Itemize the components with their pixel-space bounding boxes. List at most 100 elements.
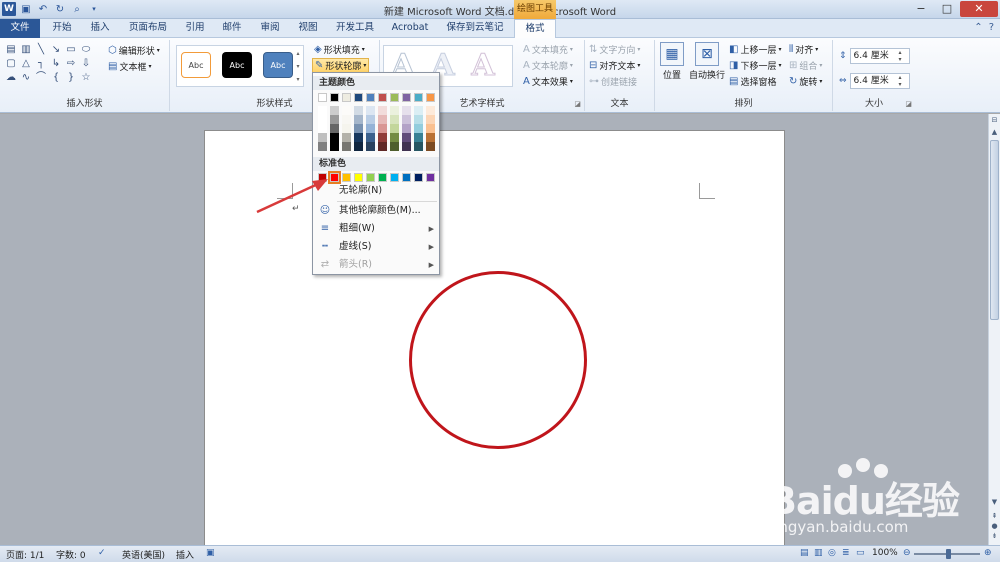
shape-height-input[interactable]: 6.4 厘米 — [849, 48, 910, 64]
shape-star-icon[interactable]: ☆ — [79, 71, 93, 84]
style-preset-black[interactable]: Abc — [222, 52, 252, 78]
shape-rectangle-icon[interactable]: ▭ — [64, 43, 78, 56]
theme-color-tint-swatch[interactable] — [414, 133, 423, 142]
tab-developer[interactable]: 开发工具 — [330, 19, 380, 38]
shape-freeform-icon[interactable]: ∿ — [19, 71, 33, 84]
shape-width-input[interactable]: 6.4 厘米 — [849, 73, 910, 89]
theme-color-tint-swatch[interactable] — [402, 115, 411, 124]
theme-color-tint-swatch[interactable] — [330, 133, 339, 142]
theme-color-tint-swatch[interactable] — [426, 133, 435, 142]
shape-callout-icon[interactable]: ☁ — [4, 71, 18, 84]
shape-elbow-icon[interactable]: ┐ — [34, 57, 48, 70]
bring-forward-button[interactable]: ◧ 上移一层 ▾ — [729, 43, 781, 56]
shapes-gallery[interactable]: ▤ ▥ ╲ ↘ ▭ ⬭ ▢ △ ┐ ↳ ⇨ ⇩ ☁ ∿ ⌒ { } ☆ — [4, 43, 96, 84]
standard-color-swatch[interactable] — [328, 171, 341, 184]
align-text-button[interactable]: ⊟ 对齐文本 ▾ — [589, 59, 640, 72]
theme-color-swatch[interactable] — [354, 93, 363, 102]
theme-color-tint-swatch[interactable] — [354, 124, 363, 133]
theme-color-swatch[interactable] — [378, 93, 387, 102]
page-count[interactable]: 页面: 1/1 — [6, 548, 44, 561]
shape-fill-button[interactable]: ◈ 形状填充 ▾ — [314, 43, 365, 56]
theme-color-tint-swatch[interactable] — [342, 115, 351, 124]
tab-mailings[interactable]: 邮件 — [216, 19, 248, 38]
theme-color-swatch[interactable] — [342, 93, 351, 102]
shape-down-arrow-icon[interactable]: ⇩ — [79, 57, 93, 70]
maximize-button[interactable]: □ — [934, 1, 960, 17]
theme-color-tint-swatch[interactable] — [366, 133, 375, 142]
theme-color-tint-swatch[interactable] — [402, 133, 411, 142]
tab-page-layout[interactable]: 页面布局 — [122, 19, 174, 38]
theme-color-tint-swatch[interactable] — [342, 124, 351, 133]
theme-color-tint-swatch[interactable] — [390, 106, 399, 115]
theme-color-tint-swatch[interactable] — [366, 142, 375, 151]
theme-color-tint-swatch[interactable] — [354, 106, 363, 115]
standard-color-swatch[interactable] — [318, 173, 327, 182]
theme-color-tint-swatch[interactable] — [426, 142, 435, 151]
language[interactable]: 英语(美国) — [122, 548, 165, 561]
text-direction-button[interactable]: ⇅ 文字方向 ▾ — [589, 43, 640, 56]
theme-color-swatch[interactable] — [414, 93, 423, 102]
theme-color-tint-swatch[interactable] — [390, 115, 399, 124]
theme-color-tint-swatch[interactable] — [318, 142, 327, 151]
tab-references[interactable]: 引用 — [180, 19, 210, 38]
standard-color-swatch[interactable] — [390, 173, 399, 182]
wrap-text-button[interactable]: ⊠ 自动换行 — [687, 42, 727, 81]
theme-color-tint-swatch[interactable] — [390, 124, 399, 133]
theme-color-tint-swatch[interactable] — [414, 106, 423, 115]
edit-shape-button[interactable]: ⬡ 编辑形状 ▾ — [108, 44, 160, 57]
tab-acrobat[interactable]: Acrobat — [386, 19, 434, 38]
standard-color-swatch[interactable] — [378, 173, 387, 182]
proofing-icon[interactable]: ✓ — [98, 548, 106, 558]
no-outline-item[interactable]: 无轮廓(N) — [313, 182, 439, 200]
standard-color-swatch[interactable] — [426, 173, 435, 182]
send-backward-button[interactable]: ◨ 下移一层 ▾ — [729, 59, 781, 72]
full-screen-view-icon[interactable]: ▥ — [814, 548, 823, 558]
standard-color-swatch[interactable] — [414, 173, 423, 182]
ruler-toggle-icon[interactable]: ⊟ — [989, 116, 1000, 124]
theme-color-tint-swatch[interactable] — [366, 115, 375, 124]
shape-elbow-arrow-icon[interactable]: ↳ — [49, 57, 63, 70]
create-link-button[interactable]: ⊶ 创建链接 — [589, 75, 637, 88]
standard-color-swatch[interactable] — [342, 173, 351, 182]
theme-color-tint-swatch[interactable] — [318, 115, 327, 124]
insert-mode[interactable]: 插入 — [176, 548, 194, 561]
zoom-level[interactable]: 100% — [872, 548, 898, 558]
style-preset-blue[interactable]: Abc — [263, 52, 293, 78]
shape-brace-close-icon[interactable]: } — [64, 71, 78, 84]
theme-color-tint-swatch[interactable] — [378, 124, 387, 133]
theme-color-swatch[interactable] — [402, 93, 411, 102]
theme-color-tint-swatch[interactable] — [426, 106, 435, 115]
draft-view-icon[interactable]: ▭ — [856, 548, 865, 558]
tab-review[interactable]: 审阅 — [254, 19, 286, 38]
text-box-button[interactable]: ▤ 文本框 ▾ — [108, 60, 151, 73]
gallery-scroll-arrows[interactable]: ▴ ▾ ▾ — [294, 47, 302, 86]
theme-color-tint-swatch[interactable] — [426, 115, 435, 124]
tab-format[interactable]: 格式 — [514, 19, 556, 39]
theme-color-tint-swatch[interactable] — [366, 124, 375, 133]
theme-color-tint-swatch[interactable] — [330, 124, 339, 133]
tab-file[interactable]: 文件 — [0, 19, 40, 38]
tab-view[interactable]: 视图 — [292, 19, 324, 38]
document-page[interactable]: ↵ — [204, 130, 785, 545]
theme-color-tint-swatch[interactable] — [402, 124, 411, 133]
theme-color-tint-swatch[interactable] — [342, 142, 351, 151]
theme-color-tint-swatch[interactable] — [414, 124, 423, 133]
theme-color-tint-swatch[interactable] — [414, 142, 423, 151]
word-count[interactable]: 字数: 0 — [56, 548, 86, 561]
theme-color-tint-swatch[interactable] — [318, 106, 327, 115]
standard-color-swatch[interactable] — [354, 173, 363, 182]
weight-item[interactable]: ≡ 粗细(W) ▶ — [313, 220, 439, 238]
theme-color-swatch[interactable] — [390, 93, 399, 102]
print-layout-view-icon[interactable]: ▤ — [800, 548, 809, 558]
close-button[interactable]: ✕ — [960, 1, 998, 17]
theme-color-tint-swatch[interactable] — [390, 133, 399, 142]
theme-color-tint-swatch[interactable] — [402, 142, 411, 151]
theme-color-tint-swatch[interactable] — [378, 133, 387, 142]
zoom-out-icon[interactable]: ⊖ — [903, 548, 911, 558]
standard-color-swatch[interactable] — [366, 173, 375, 182]
theme-color-tint-swatch[interactable] — [426, 124, 435, 133]
align-button[interactable]: ⫴ 对齐 ▾ — [789, 43, 818, 56]
size-dialog-launcher-icon[interactable]: ◪ — [905, 100, 912, 108]
shape-brace-icon[interactable]: { — [49, 71, 63, 84]
style-preset-orange-outline[interactable]: Abc — [181, 52, 211, 78]
